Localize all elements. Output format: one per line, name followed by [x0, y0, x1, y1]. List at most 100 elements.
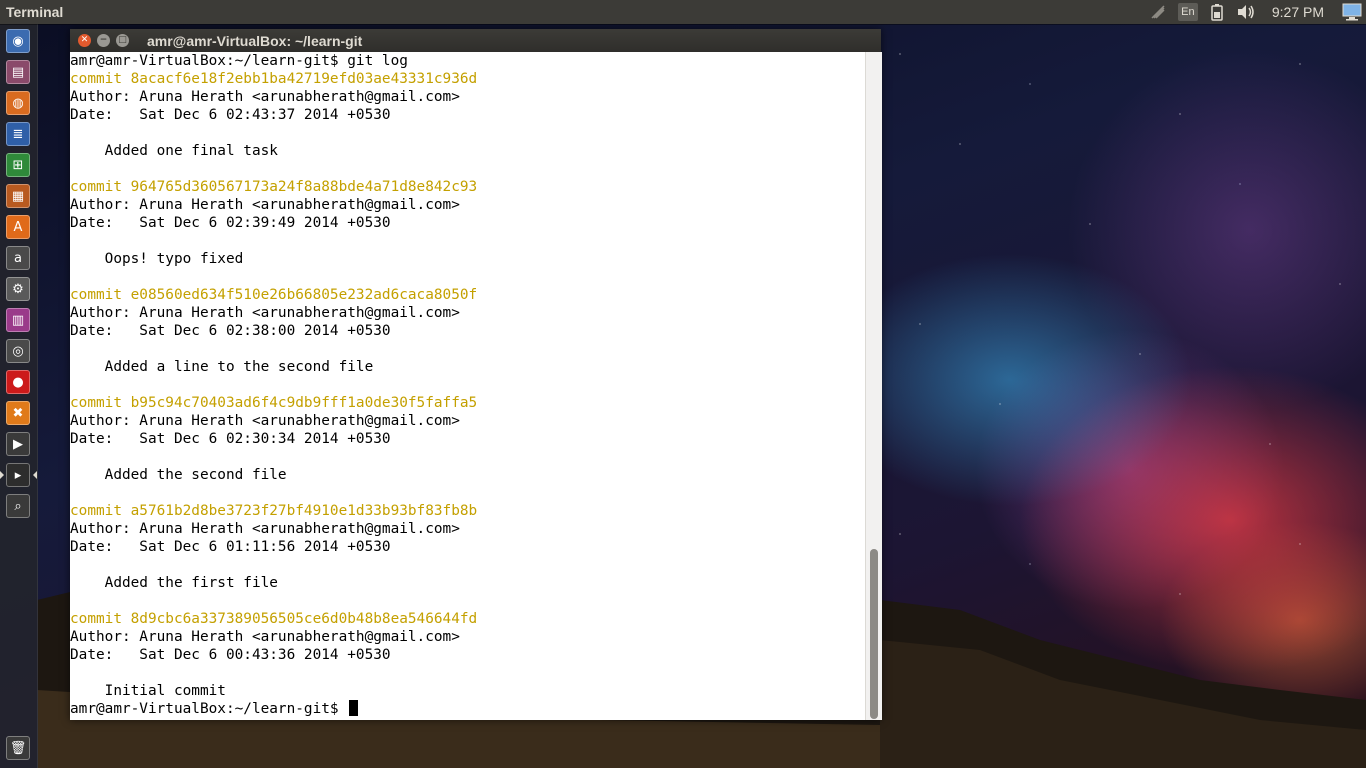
- terminal-line-text: Date: Sat Dec 6 02:43:37 2014 +0530: [70, 107, 391, 123]
- terminal-line: Date: Sat Dec 6 02:30:34 2014 +0530: [70, 430, 865, 448]
- minimize-button[interactable]: −: [97, 34, 110, 47]
- volume-icon[interactable]: [1236, 0, 1256, 24]
- launcher-trash-icon[interactable]: 🗑: [6, 736, 30, 760]
- shell-prompt-line: amr@amr-VirtualBox:~/learn-git$ git log: [70, 52, 865, 70]
- terminal-line-text: commit b95c94c70403ad6f4c9db9fff1a0de30f…: [70, 395, 478, 411]
- terminal-line-text: amr@amr-VirtualBox:~/learn-git$: [70, 701, 348, 717]
- terminal-line: Oops! typo fixed: [70, 250, 865, 268]
- launcher-focused-indicator: [33, 471, 37, 479]
- launcher-libreoffice-writer-icon[interactable]: ≣: [6, 122, 30, 146]
- terminal-line-text: commit 8d9cbc6a337389056505ce6d0b48b8ea5…: [70, 611, 478, 627]
- terminal-line: Author: Aruna Herath <arunabherath@gmail…: [70, 88, 865, 106]
- launcher-running-indicator: [0, 471, 4, 479]
- launcher-dash-home-icon[interactable]: ◉: [6, 29, 30, 53]
- commit-hash-line: commit 964765d360567173a24f8a88bde4a71d8…: [70, 178, 865, 196]
- terminal-line: Author: Aruna Herath <arunabherath@gmail…: [70, 412, 865, 430]
- terminal-line: Initial commit: [70, 682, 865, 700]
- terminal-line-text: Author: Aruna Herath <arunabherath@gmail…: [70, 197, 460, 213]
- terminal-line: Date: Sat Dec 6 02:39:49 2014 +0530: [70, 214, 865, 232]
- terminal-titlebar[interactable]: ✕ − □ amr@amr-VirtualBox: ~/learn-git: [70, 29, 881, 52]
- terminal-line: Date: Sat Dec 6 02:38:00 2014 +0530: [70, 322, 865, 340]
- launcher: ◉ ▤ ◍ ≣ ⊞ ▦ Aa ⚙ ▥ ◎ ● ✖ ▶ ▸ ⌕ 🗑: [0, 24, 38, 768]
- launcher-xampp-icon[interactable]: ✖: [6, 401, 30, 425]
- terminal-line-text: commit a5761b2d8be3723f27bf4910e1d33b93b…: [70, 503, 478, 519]
- terminal-line-text: Date: Sat Dec 6 02:38:00 2014 +0530: [70, 323, 391, 339]
- terminal-line: Author: Aruna Herath <arunabherath@gmail…: [70, 196, 865, 214]
- terminal-line-text: amr@amr-VirtualBox:~/learn-git$ git log: [70, 53, 408, 69]
- battery-icon[interactable]: [1210, 0, 1224, 24]
- terminal-line: Author: Aruna Herath <arunabherath@gmail…: [70, 628, 865, 646]
- keyboard-layout-indicator[interactable]: En: [1177, 0, 1198, 24]
- terminal-line: Date: Sat Dec 6 02:43:37 2014 +0530: [70, 106, 865, 124]
- text-cursor: [349, 700, 359, 716]
- commit-hash-line: commit b95c94c70403ad6f4c9db9fff1a0de30f…: [70, 394, 865, 412]
- terminal-line-text: Added the second file: [70, 467, 287, 483]
- maximize-button[interactable]: □: [116, 34, 129, 47]
- terminal-line-text: commit 964765d360567173a24f8a88bde4a71d8…: [70, 179, 478, 195]
- clock[interactable]: 9:27 PM: [1272, 4, 1324, 20]
- launcher-search-tool-icon[interactable]: ⌕: [6, 494, 30, 518]
- terminal-line-text: Date: Sat Dec 6 01:11:56 2014 +0530: [70, 539, 391, 555]
- commit-hash-line: commit e08560ed634f510e26b66805e232ad6ca…: [70, 286, 865, 304]
- terminal-line-text: Author: Aruna Herath <arunabherath@gmail…: [70, 413, 460, 429]
- shell-prompt-line: amr@amr-VirtualBox:~/learn-git$: [70, 700, 865, 718]
- top-panel: Terminal En 9:27 PM: [0, 0, 1366, 24]
- terminal-line-text: Author: Aruna Herath <arunabherath@gmail…: [70, 521, 460, 537]
- terminal-line-text: Added the first file: [70, 575, 278, 591]
- terminal-line-text: Date: Sat Dec 6 02:30:34 2014 +0530: [70, 431, 391, 447]
- terminal-output[interactable]: amr@amr-VirtualBox:~/learn-git$ git log c…: [70, 52, 865, 720]
- terminal-line: Added the first file: [70, 574, 865, 592]
- network-icon[interactable]: [1150, 0, 1166, 24]
- launcher-firefox-icon[interactable]: ◍: [6, 91, 30, 115]
- terminal-line: Added a line to the second file: [70, 358, 865, 376]
- terminal-line-text: Author: Aruna Herath <arunabherath@gmail…: [70, 305, 460, 321]
- terminal-line: Author: Aruna Herath <arunabherath@gmail…: [70, 304, 865, 322]
- launcher-libreoffice-calc-icon[interactable]: ⊞: [6, 153, 30, 177]
- scrollbar-thumb[interactable]: [870, 549, 878, 719]
- keyboard-layout-label: En: [1177, 3, 1198, 21]
- launcher-ubuntu-software-center-icon[interactable]: A: [6, 215, 30, 239]
- session-icon[interactable]: [1342, 0, 1362, 24]
- terminal-line: Date: Sat Dec 6 01:11:56 2014 +0530: [70, 538, 865, 556]
- terminal-line-text: Author: Aruna Herath <arunabherath@gmail…: [70, 89, 460, 105]
- terminal-line-text: commit e08560ed634f510e26b66805e232ad6ca…: [70, 287, 478, 303]
- terminal-scrollbar[interactable]: [865, 52, 882, 720]
- commit-hash-line: commit 8acacf6e18f2ebb1ba42719efd03ae433…: [70, 70, 865, 88]
- launcher-files-icon[interactable]: ▤: [6, 60, 30, 84]
- commit-hash-line: commit a5761b2d8be3723f27bf4910e1d33b93b…: [70, 502, 865, 520]
- launcher-workspace-switcher-icon[interactable]: ▥: [6, 308, 30, 332]
- terminal-line: Date: Sat Dec 6 00:43:36 2014 +0530: [70, 646, 865, 664]
- terminal-line-text: Date: Sat Dec 6 02:39:49 2014 +0530: [70, 215, 391, 231]
- terminal-line-text: Author: Aruna Herath <arunabherath@gmail…: [70, 629, 460, 645]
- launcher-disk-utility-icon[interactable]: ◎: [6, 339, 30, 363]
- close-button[interactable]: ✕: [78, 34, 91, 47]
- launcher-system-settings-icon[interactable]: ⚙: [6, 277, 30, 301]
- terminal-text: amr@amr-VirtualBox:~/learn-git$ git log c…: [70, 52, 865, 718]
- launcher-terminal-icon[interactable]: ▸: [6, 463, 30, 487]
- terminal-title: amr@amr-VirtualBox: ~/learn-git: [147, 32, 363, 49]
- terminal-line-text: Date: Sat Dec 6 00:43:36 2014 +0530: [70, 647, 391, 663]
- panel-indicators: En 9:27 PM: [1144, 0, 1366, 24]
- launcher-youtube-icon[interactable]: ▶: [6, 432, 30, 456]
- terminal-line: Added one final task: [70, 142, 865, 160]
- commit-hash-line: commit 8d9cbc6a337389056505ce6d0b48b8ea5…: [70, 610, 865, 628]
- launcher-libreoffice-impress-icon[interactable]: ▦: [6, 184, 30, 208]
- terminal-window: ✕ − □ amr@amr-VirtualBox: ~/learn-git am…: [70, 29, 882, 720]
- terminal-line-text: Initial commit: [70, 683, 226, 699]
- terminal-line-text: commit 8acacf6e18f2ebb1ba42719efd03ae433…: [70, 71, 478, 87]
- terminal-line-text: Added one final task: [70, 143, 278, 159]
- terminal-line: Added the second file: [70, 466, 865, 484]
- launcher-record-icon[interactable]: ●: [6, 370, 30, 394]
- launcher-amazon-icon[interactable]: a: [6, 246, 30, 270]
